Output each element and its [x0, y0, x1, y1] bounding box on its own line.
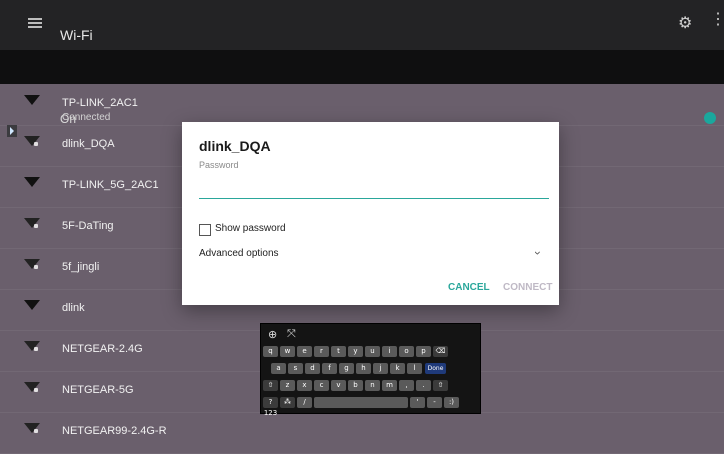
network-ssid: 5f_jingli: [62, 261, 100, 273]
key[interactable]: k: [390, 363, 405, 374]
key[interactable]: q: [263, 346, 278, 357]
key[interactable]: j: [373, 363, 388, 374]
key[interactable]: ': [410, 397, 425, 408]
keyboard-toolbar: ⊕ ⤧: [261, 324, 480, 342]
cancel-button[interactable]: CANCEL: [448, 282, 490, 293]
network-ssid: NETGEAR99-2.4G-R: [62, 425, 167, 437]
network-ssid: NETGEAR-5G: [62, 384, 134, 396]
side-handle[interactable]: [7, 125, 17, 137]
more-vert-icon[interactable]: ⋮: [710, 12, 724, 28]
dialog-title: dlink_DQA: [199, 138, 271, 154]
key[interactable]: x: [297, 380, 312, 391]
key[interactable]: l: [407, 363, 422, 374]
network-status: Connected: [62, 112, 111, 123]
show-password-label[interactable]: Show password: [215, 223, 286, 234]
key[interactable]: w: [280, 346, 295, 357]
key[interactable]: e: [297, 346, 312, 357]
wifi-signal-icon: [24, 259, 40, 269]
soft-keyboard: ⊕ ⤧ q w e r t y u i o p ⌫ a s d f g h j …: [260, 323, 481, 417]
shift-key[interactable]: ⇧: [433, 380, 448, 391]
key[interactable]: :): [444, 397, 459, 408]
key[interactable]: o: [399, 346, 414, 357]
symbols-key[interactable]: ?123: [263, 397, 278, 417]
settings-icon[interactable]: ⚙: [678, 13, 692, 33]
key[interactable]: ,: [399, 380, 414, 391]
network-row[interactable]: TP-LINK_2AC1 Connected: [0, 84, 724, 126]
key[interactable]: m: [382, 380, 397, 391]
wifi-toggle-bar[interactable]: On: [0, 50, 724, 126]
key[interactable]: v: [331, 380, 346, 391]
network-row[interactable]: NETGEAR99-2.4G-R: [0, 412, 724, 454]
network-ssid: dlink_DQA: [62, 138, 115, 150]
wifi-signal-icon: [24, 300, 40, 310]
done-key[interactable]: Done: [425, 363, 446, 374]
key[interactable]: a: [271, 363, 286, 374]
key[interactable]: g: [339, 363, 354, 374]
key[interactable]: p: [416, 346, 431, 357]
wifi-signal-icon: [24, 423, 40, 433]
key[interactable]: i: [382, 346, 397, 357]
network-ssid: TP-LINK_5G_2AC1: [62, 179, 159, 191]
wifi-signal-icon: [24, 382, 40, 392]
shift-key[interactable]: ⇧: [263, 380, 278, 391]
advanced-options-label[interactable]: Advanced options: [199, 248, 279, 259]
resize-icon[interactable]: ⤧: [287, 328, 296, 341]
show-password-checkbox[interactable]: [199, 224, 211, 236]
key[interactable]: y: [348, 346, 363, 357]
password-label: Password: [199, 160, 239, 170]
key[interactable]: b: [348, 380, 363, 391]
cursor-icon[interactable]: ⊕: [268, 328, 277, 341]
wifi-signal-icon: [24, 218, 40, 228]
key[interactable]: r: [314, 346, 329, 357]
space-key[interactable]: [314, 397, 408, 408]
network-ssid: TP-LINK_2AC1: [62, 97, 138, 109]
network-ssid: NETGEAR-2.4G: [62, 343, 143, 355]
chevron-down-icon[interactable]: ›: [531, 251, 545, 255]
emoji-key[interactable]: ⁂: [280, 397, 295, 408]
key[interactable]: n: [365, 380, 380, 391]
backspace-key[interactable]: ⌫: [433, 346, 448, 357]
key[interactable]: d: [305, 363, 320, 374]
app-bar: Wi-Fi ⚙ ⋮: [0, 0, 724, 50]
key[interactable]: -: [427, 397, 442, 408]
key[interactable]: h: [356, 363, 371, 374]
wifi-signal-icon: [24, 136, 40, 146]
wifi-signal-icon: [24, 95, 40, 105]
key[interactable]: z: [280, 380, 295, 391]
menu-icon[interactable]: [28, 18, 42, 28]
key[interactable]: /: [297, 397, 312, 408]
connect-button[interactable]: CONNECT: [503, 282, 552, 293]
key[interactable]: .: [416, 380, 431, 391]
key[interactable]: c: [314, 380, 329, 391]
key[interactable]: t: [331, 346, 346, 357]
key[interactable]: f: [322, 363, 337, 374]
key[interactable]: u: [365, 346, 380, 357]
key[interactable]: s: [288, 363, 303, 374]
network-ssid: dlink: [62, 302, 85, 314]
password-dialog: dlink_DQA Password Show password Advance…: [182, 122, 559, 305]
network-ssid: 5F-DaTing: [62, 220, 114, 232]
password-input[interactable]: [199, 180, 549, 199]
wifi-signal-icon: [24, 341, 40, 351]
wifi-signal-icon: [24, 177, 40, 187]
app-title: Wi-Fi: [60, 27, 93, 43]
